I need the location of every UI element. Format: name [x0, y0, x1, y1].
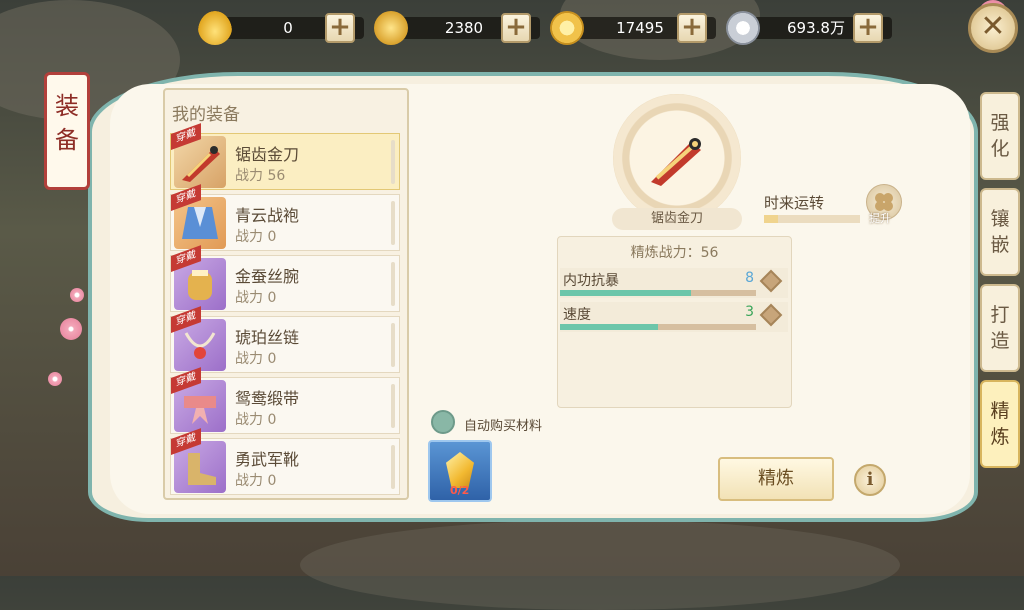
yellow-coin-icon [550, 11, 584, 45]
panel-title-char: 装 [55, 92, 79, 120]
stat-lock-diamond[interactable] [759, 269, 783, 293]
close-button[interactable]: ✕ [968, 3, 1018, 53]
gold-coin-stack-icon [374, 11, 408, 45]
refine-button[interactable]: 精炼 [718, 457, 834, 501]
stat-lock-diamond[interactable] [759, 303, 783, 327]
tab-label-char: 镶 [990, 208, 1010, 230]
stat-row: 内功抗暴 8 [560, 268, 788, 298]
stat-progress-fill [560, 290, 692, 296]
equipment-power: 战力 0 [235, 351, 277, 367]
equipment-item[interactable]: 穿戴 锯齿金刀 战力 56 [170, 123, 400, 190]
saw-blade-saber-icon [651, 138, 701, 186]
equipment-item[interactable]: 穿戴 琥珀丝链 战力 0 [170, 306, 400, 373]
stat-value: 8 [745, 270, 754, 286]
add-ingot-button[interactable]: + [325, 13, 355, 43]
list-scrollbar[interactable] [391, 201, 395, 245]
tab-label-char: 造 [990, 330, 1010, 352]
tab-forge[interactable]: 打 造 [980, 284, 1020, 372]
selected-item-name: 锯齿金刀 [612, 208, 742, 230]
blossom-decoration [60, 318, 82, 340]
equipment-item[interactable]: 穿戴 金蚕丝腕 战力 0 [170, 245, 400, 312]
equipment-name: 鸳鸯缎带 [235, 389, 300, 408]
luck-progress-fill [764, 215, 779, 223]
material-slot[interactable]: 0/2 [428, 440, 492, 502]
list-scrollbar[interactable] [391, 323, 395, 367]
material-count: 0/2 [450, 484, 470, 497]
equipment-item[interactable]: 穿戴 青云战袍 战力 0 [170, 184, 400, 251]
tab-strengthen[interactable]: 强 化 [980, 92, 1020, 180]
auto-buy-label: 自动购买材料 [464, 419, 543, 434]
list-scrollbar[interactable] [391, 384, 395, 428]
equipment-name: 勇武军靴 [235, 450, 300, 469]
equipment-power: 战力 0 [235, 290, 277, 306]
tab-label-char: 化 [990, 138, 1010, 160]
stat-name: 速度 [563, 307, 591, 323]
tab-label-char: 嵌 [990, 234, 1010, 256]
tab-label-char: 强 [990, 112, 1010, 134]
panel-title-tag: 装 备 [44, 72, 90, 190]
stat-progress-bar [560, 290, 756, 296]
tab-label-char: 炼 [990, 426, 1010, 448]
stat-name: 内功抗暴 [563, 273, 619, 289]
stat-value: 3 [745, 304, 754, 320]
blossom-decoration [70, 288, 84, 302]
list-scrollbar[interactable] [391, 445, 395, 489]
add-silver-button[interactable]: + [853, 13, 883, 43]
equipment-power: 战力 0 [235, 473, 277, 489]
equipment-name: 锯齿金刀 [235, 145, 300, 164]
luck-progress-bar [764, 215, 860, 223]
equipment-power: 战力 0 [235, 229, 277, 245]
blossom-decoration [48, 372, 62, 386]
luck-label: 时来运转 [764, 194, 825, 212]
background-ground [300, 520, 900, 610]
equipment-power: 战力 0 [235, 412, 277, 428]
tab-label-char: 精 [990, 400, 1010, 422]
equipment-name: 琥珀丝链 [235, 328, 300, 347]
promote-label: 提升 [869, 212, 891, 225]
equipment-list-header: 我的装备 [172, 105, 240, 125]
ingot-icon [198, 11, 232, 45]
equipment-power: 战力 56 [235, 168, 286, 184]
equipment-name: 青云战袍 [235, 206, 300, 225]
refine-power-text: 精炼战力：56 [630, 245, 719, 261]
add-coin-button[interactable]: + [677, 13, 707, 43]
tab-label-char: 打 [990, 304, 1010, 326]
equipment-name: 金蚕丝腕 [235, 267, 300, 286]
stat-progress-fill [560, 324, 658, 330]
add-gold-button[interactable]: + [501, 13, 531, 43]
currency-bar: 0 + 2380 + 17495 + 693.8万 + [196, 10, 896, 46]
panel-title-char: 备 [55, 126, 79, 154]
refine-stone-icon [446, 452, 474, 488]
auto-buy-toggle[interactable] [431, 410, 455, 434]
silver-coin-icon [726, 11, 760, 45]
tab-inlay[interactable]: 镶 嵌 [980, 188, 1020, 276]
equipment-item[interactable]: 穿戴 勇武军靴 战力 0 [170, 428, 400, 495]
tab-refine[interactable]: 精 炼 [980, 380, 1020, 468]
equipment-item[interactable]: 穿戴 鸳鸯缎带 战力 0 [170, 367, 400, 434]
list-scrollbar[interactable] [391, 140, 395, 184]
list-scrollbar[interactable] [391, 262, 395, 306]
stat-progress-bar [560, 324, 756, 330]
info-button[interactable]: i [854, 464, 886, 496]
stat-row: 速度 3 [560, 302, 788, 332]
